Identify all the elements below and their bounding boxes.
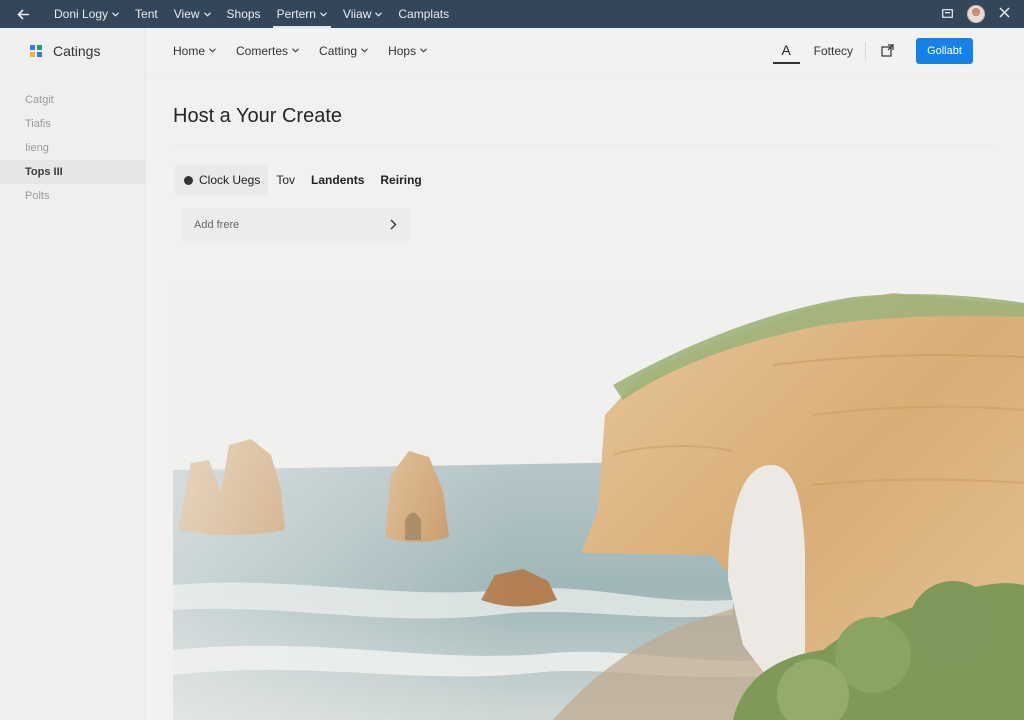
chevron-down-icon <box>361 48 368 53</box>
top-menu: Doni Logy Tent View Shops Pertern Viiaw … <box>46 0 457 28</box>
chevron-down-icon <box>203 11 211 17</box>
chevron-right-icon <box>390 219 397 230</box>
sidebar-item[interactable]: Polts <box>0 184 145 208</box>
chevron-down-icon <box>375 11 383 17</box>
sidebar-item[interactable]: Catgit <box>0 88 145 112</box>
avatar[interactable] <box>967 5 985 23</box>
chevron-down-icon <box>420 48 427 53</box>
open-external-icon[interactable] <box>878 42 896 60</box>
add-row-button[interactable]: Add frere <box>182 208 409 241</box>
sidebar: Catings Catgit Tiafis Iieng Tops III Pol… <box>0 28 146 720</box>
tab[interactable]: Tov <box>268 165 303 195</box>
top-menu-item[interactable]: Tent <box>127 0 166 28</box>
coastal-cliff-image <box>173 255 1024 720</box>
divider <box>865 41 866 60</box>
top-menu-item[interactable]: Viiaw <box>335 0 390 28</box>
main-content: Host a Your Create Clock Uegs Tov Landen… <box>146 75 1024 720</box>
close-icon[interactable] <box>999 7 1010 21</box>
tab-bar: Clock Uegs Tov Landents Reiring <box>174 165 430 195</box>
back-arrow-icon[interactable] <box>0 0 46 28</box>
top-menu-bar: Doni Logy Tent View Shops Pertern Viiaw … <box>0 0 1024 28</box>
top-menu-item[interactable]: Doni Logy <box>46 0 127 28</box>
brand-name: Catings <box>53 43 101 59</box>
tab[interactable]: Landents <box>303 165 372 195</box>
add-row-label: Add frere <box>194 218 240 231</box>
page-title: Host a Your Create <box>173 105 342 127</box>
sidebar-item[interactable]: Tiafis <box>0 112 145 136</box>
header-link[interactable]: Fottecy <box>814 44 853 58</box>
top-menu-item-active[interactable]: Pertern <box>269 0 335 28</box>
nav-item[interactable]: Catting <box>319 44 368 58</box>
header-nav-bar: Home Comertes Catting Hops A Fottecy Gol… <box>146 28 1024 74</box>
sidebar-item-active[interactable]: Tops III <box>0 160 145 184</box>
nav-item[interactable]: Comertes <box>236 44 299 58</box>
top-menu-item[interactable]: Camplats <box>390 0 457 28</box>
dot-icon <box>184 175 193 185</box>
sidebar-list: Catgit Tiafis Iieng Tops III Polts <box>0 88 145 208</box>
divider <box>173 145 994 146</box>
chevron-down-icon <box>292 48 299 53</box>
tab[interactable]: Reiring <box>372 165 429 195</box>
chevron-down-icon <box>112 11 119 17</box>
sidebar-item[interactable]: Iieng <box>0 136 145 160</box>
tab-active[interactable]: Clock Uegs <box>174 165 269 195</box>
font-style-button[interactable]: A <box>772 38 800 64</box>
primary-nav: Home Comertes Catting Hops <box>173 44 447 58</box>
top-menu-item[interactable]: Shops <box>219 0 269 28</box>
primary-action-button[interactable]: Gollabt <box>916 37 973 64</box>
sidebar-brand[interactable]: Catings <box>0 28 145 74</box>
nav-item[interactable]: Hops <box>388 44 427 58</box>
top-menu-item[interactable]: View <box>166 0 219 28</box>
nav-item[interactable]: Home <box>173 44 216 58</box>
chevron-down-icon <box>209 48 216 53</box>
chevron-down-icon <box>319 11 327 17</box>
window-minimize-icon[interactable] <box>942 7 953 21</box>
grid-logo-icon <box>30 45 42 57</box>
